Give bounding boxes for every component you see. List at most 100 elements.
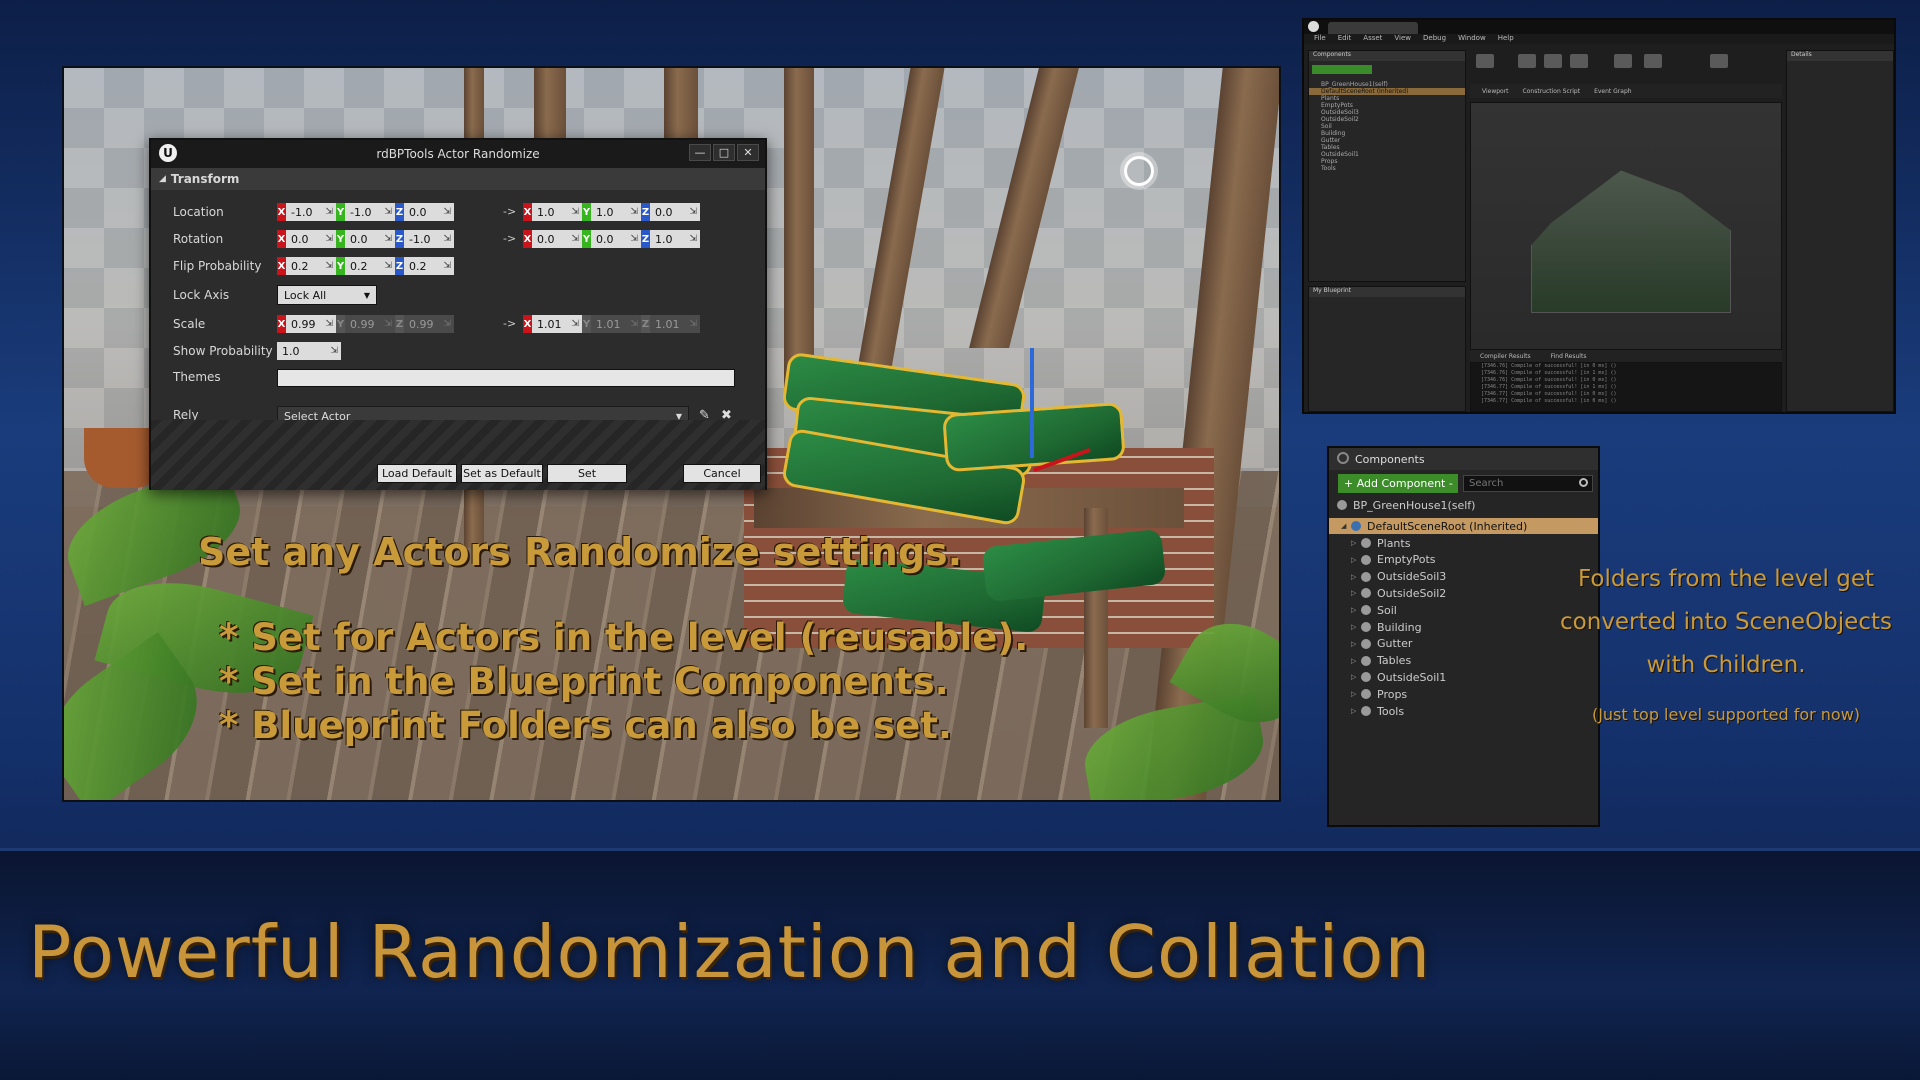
menu-debug[interactable]: Debug xyxy=(1423,34,1446,44)
value: -1.0 xyxy=(409,232,431,246)
scene-object-icon xyxy=(1361,605,1371,616)
load-default-button[interactable]: Load Default xyxy=(377,464,457,483)
menu-asset[interactable]: Asset xyxy=(1363,34,1382,44)
scene-object-icon xyxy=(1361,638,1371,649)
editor-menubar: File Edit Asset View Debug Window Help xyxy=(1304,34,1894,44)
collapsed-triangle-icon[interactable]: ▷ xyxy=(1351,707,1361,715)
location-max-x[interactable]: 1.0 ⇲ xyxy=(532,203,582,221)
chevron-down-icon: ▼ xyxy=(363,290,370,300)
tree-item[interactable]: Tables xyxy=(1309,144,1465,151)
collapsed-triangle-icon[interactable]: ▷ xyxy=(1351,623,1361,631)
collapsed-triangle-icon[interactable]: ▷ xyxy=(1351,539,1361,547)
tree-item[interactable]: Soil xyxy=(1309,123,1465,130)
expanded-triangle-icon[interactable]: ◢ xyxy=(1341,522,1351,530)
lock-axis-row: Lock Axis Lock All ▼ xyxy=(151,284,765,306)
location-min-x[interactable]: -1.0 ⇲ xyxy=(286,203,336,221)
collapsed-triangle-icon[interactable]: ▷ xyxy=(1351,606,1361,614)
self-item[interactable]: BP_GreenHouse1(self) xyxy=(1329,497,1598,513)
component-child-item[interactable]: ▷ Gutter xyxy=(1329,636,1598,652)
tree-item[interactable]: OutsideSoil3 xyxy=(1309,109,1465,116)
browse-icon[interactable] xyxy=(1544,54,1562,68)
add-component-button[interactable]: + Add Component - xyxy=(1338,474,1458,493)
component-search-input[interactable]: Search xyxy=(1463,475,1593,492)
location-min-y[interactable]: -1.0 ⇲ xyxy=(345,203,395,221)
component-child-item[interactable]: ▷ Plants xyxy=(1329,535,1598,551)
tree-item[interactable]: OutsideSoil1 xyxy=(1309,151,1465,158)
tab-compiler-results[interactable]: Compiler Results xyxy=(1480,353,1531,360)
location-label: Location xyxy=(173,205,224,219)
save-icon[interactable] xyxy=(1518,54,1536,68)
menu-window[interactable]: Window xyxy=(1458,34,1486,44)
dialog-titlebar[interactable]: U rdBPTools Actor Randomize — □ ✕ xyxy=(151,140,765,168)
transform-gizmo-z-arrow[interactable] xyxy=(1030,348,1034,458)
components-title: Components xyxy=(1355,452,1425,466)
hide-unrelated-icon[interactable] xyxy=(1644,54,1662,68)
page-headline: Powerful Randomization and Collation xyxy=(28,910,1432,994)
collapsed-triangle-icon[interactable]: ▷ xyxy=(1351,573,1361,581)
collapsed-triangle-icon[interactable]: ▷ xyxy=(1351,556,1361,564)
editor-viewport[interactable] xyxy=(1470,102,1782,350)
tree-item[interactable]: OutsideSoil2 xyxy=(1309,116,1465,123)
compile-icon[interactable] xyxy=(1476,54,1494,68)
show-probability-input[interactable]: 1.0 ⇲ xyxy=(277,342,341,360)
editor-add-component-button[interactable] xyxy=(1312,65,1372,74)
spin-icon: ⇲ xyxy=(443,234,451,244)
menu-edit[interactable]: Edit xyxy=(1338,34,1352,44)
tree-item[interactable]: Tools xyxy=(1309,165,1465,172)
transform-section-header[interactable]: ◢ Transform xyxy=(151,168,765,190)
scale-max-x[interactable]: 1.01 ⇲ xyxy=(532,315,582,333)
maximize-button[interactable]: □ xyxy=(713,144,735,161)
component-child-label: Tables xyxy=(1377,654,1412,668)
scene-object-icon xyxy=(1361,571,1371,582)
close-button[interactable]: ✕ xyxy=(737,144,759,161)
rotation-min-x[interactable]: 0.0 ⇲ xyxy=(286,230,336,248)
location-min-z[interactable]: 0.0 ⇲ xyxy=(404,203,454,221)
rotation-min-y[interactable]: 0.0 ⇲ xyxy=(345,230,395,248)
flip-z[interactable]: 0.2 ⇲ xyxy=(404,257,454,275)
rotation-max-y[interactable]: 0.0 ⇲ xyxy=(591,230,641,248)
tree-item[interactable]: Gutter xyxy=(1309,137,1465,144)
value: 0.0 xyxy=(350,232,368,246)
tree-item[interactable]: BP_GreenHouse1(self) xyxy=(1309,81,1465,88)
editor-tab[interactable] xyxy=(1328,22,1418,34)
rdbptools-icon[interactable] xyxy=(1570,54,1588,68)
tree-item[interactable]: EmptyPots xyxy=(1309,102,1465,109)
tab-find-results[interactable]: Find Results xyxy=(1551,353,1587,360)
set-button[interactable]: Set xyxy=(547,464,627,483)
menu-file[interactable]: File xyxy=(1314,34,1326,44)
tab-event-graph[interactable]: Event Graph xyxy=(1594,88,1632,95)
root-item[interactable]: ◢ DefaultSceneRoot (Inherited) xyxy=(1329,518,1598,534)
menu-help[interactable]: Help xyxy=(1498,34,1514,44)
cancel-button[interactable]: Cancel xyxy=(683,464,761,483)
find-icon[interactable] xyxy=(1614,54,1632,68)
component-child-item[interactable]: ▷ Props xyxy=(1329,686,1598,702)
collapsed-triangle-icon[interactable]: ▷ xyxy=(1351,673,1361,681)
class-settings-icon[interactable] xyxy=(1710,54,1728,68)
location-max-y[interactable]: 1.0 ⇲ xyxy=(591,203,641,221)
flip-y[interactable]: 0.2 ⇲ xyxy=(345,257,395,275)
rotation-max-x[interactable]: 0.0 ⇲ xyxy=(532,230,582,248)
tree-item[interactable]: Props xyxy=(1309,158,1465,165)
log-line: [7346.77] Compile of successful! [in 0 m… xyxy=(1481,391,1617,397)
tree-item[interactable]: Plants xyxy=(1309,95,1465,102)
location-max-z[interactable]: 0.0 ⇲ xyxy=(650,203,700,221)
tab-construction-script[interactable]: Construction Script xyxy=(1523,88,1581,95)
scale-min-x[interactable]: 0.99 ⇲ xyxy=(286,315,336,333)
spin-icon: ⇲ xyxy=(630,319,638,329)
collapsed-triangle-icon[interactable]: ▷ xyxy=(1351,640,1361,648)
search-icon xyxy=(1579,478,1588,487)
collapsed-triangle-icon[interactable]: ▷ xyxy=(1351,657,1361,665)
minimize-button[interactable]: — xyxy=(689,144,711,161)
lock-axis-dropdown[interactable]: Lock All ▼ xyxy=(277,285,377,305)
tree-item[interactable]: DefaultSceneRoot (Inherited) xyxy=(1309,88,1465,95)
rotation-min-z[interactable]: -1.0 ⇲ xyxy=(404,230,454,248)
tab-viewport[interactable]: Viewport xyxy=(1482,88,1509,95)
rotation-max-z[interactable]: 1.0 ⇲ xyxy=(650,230,700,248)
menu-view[interactable]: View xyxy=(1394,34,1411,44)
tree-item[interactable]: Building xyxy=(1309,130,1465,137)
collapsed-triangle-icon[interactable]: ▷ xyxy=(1351,690,1361,698)
flip-x[interactable]: 0.2 ⇲ xyxy=(286,257,336,275)
set-as-default-button[interactable]: Set as Default xyxy=(461,464,543,483)
themes-input[interactable] xyxy=(277,369,735,387)
collapsed-triangle-icon[interactable]: ▷ xyxy=(1351,589,1361,597)
